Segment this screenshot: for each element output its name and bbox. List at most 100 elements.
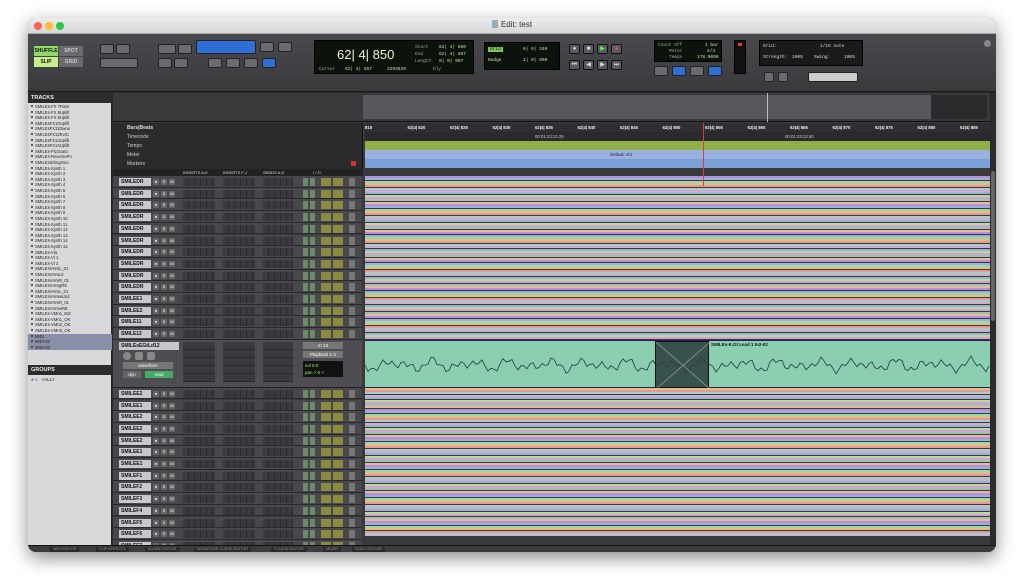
input-selector[interactable] (303, 495, 308, 504)
mute-button[interactable]: M (169, 414, 175, 421)
record-button[interactable]: ● (611, 44, 622, 54)
record-enable-button[interactable]: ● (153, 496, 159, 503)
volume-field[interactable] (321, 189, 331, 198)
sends-ae-slots[interactable] (263, 306, 293, 315)
output-selector[interactable] (310, 389, 315, 398)
volume-field[interactable] (321, 201, 331, 210)
inserts-fj-slots[interactable] (223, 389, 255, 398)
track-visibility-icon[interactable] (31, 317, 33, 320)
volume-field[interactable] (321, 306, 331, 315)
pan-field[interactable] (333, 471, 343, 480)
inserts-ae-slots[interactable] (183, 495, 215, 504)
output-selector[interactable] (310, 413, 315, 422)
track-list-item[interactable]: SMILEs-Synth 14 (28, 238, 112, 243)
sends-ae-slots[interactable] (263, 178, 293, 186)
sends-ae-slots[interactable] (263, 495, 293, 504)
zoom-in-button[interactable] (116, 44, 130, 54)
pan-field[interactable] (333, 530, 343, 539)
volume-field[interactable] (321, 424, 331, 433)
pan-field[interactable] (333, 178, 343, 186)
record-enable-button[interactable]: ● (153, 390, 159, 397)
inserts-fj-slots[interactable] (223, 483, 255, 492)
track-name[interactable]: SMILEF3 (119, 495, 151, 504)
track-list-item[interactable]: MIDI-02 (28, 339, 112, 345)
input-selector[interactable] (303, 259, 308, 268)
track-name[interactable]: SMILE12 (119, 330, 151, 339)
track-visibility-icon[interactable] (31, 301, 33, 303)
output-selector[interactable] (310, 271, 315, 280)
track-menu-button[interactable] (349, 318, 355, 327)
track-list-item[interactable]: SMILEs-VMn1_OK (28, 317, 112, 322)
mute-button[interactable]: M (169, 296, 175, 302)
solo-button[interactable]: S (161, 307, 167, 314)
track-name[interactable]: SMILEE1 (119, 448, 151, 457)
nudge-value[interactable]: 1| 0| 000 (523, 58, 547, 63)
input-selector[interactable] (303, 448, 308, 457)
stop-button[interactable]: ■ (583, 44, 594, 54)
edit-tools-selected[interactable] (196, 40, 256, 54)
track-visibility-icon[interactable] (31, 155, 33, 158)
track-list-item[interactable]: SMILEsVHmR_01 (28, 278, 112, 283)
output-selector[interactable] (310, 213, 315, 222)
output-selector[interactable] (310, 448, 315, 457)
track-visibility-icon[interactable] (31, 183, 33, 186)
track-visibility-icon[interactable] (31, 256, 33, 259)
record-enable-button[interactable]: ● (153, 214, 159, 221)
follow-button[interactable] (244, 58, 258, 68)
solo-button[interactable]: S (161, 472, 167, 479)
track-menu-button[interactable] (349, 530, 355, 539)
strength-value[interactable]: 100% (792, 55, 803, 60)
inserts-fj-slots[interactable] (223, 271, 255, 280)
bottom-tab[interactable]: MIDI EDITOR (50, 547, 80, 552)
track-list-item[interactable]: SMILEsFX14Uplift (28, 143, 112, 148)
tempo-ruler[interactable] (365, 141, 990, 150)
solo-button[interactable]: S (161, 390, 167, 397)
sends-ae-slots[interactable] (263, 530, 293, 539)
rewind-button[interactable]: ◀ (583, 60, 594, 70)
track-name[interactable]: SMILEE2 (119, 424, 151, 433)
add-marker-icon[interactable] (351, 161, 356, 166)
inserts-fj-slots[interactable] (223, 448, 255, 457)
mode-shuffle-button[interactable]: SHUFFLE (34, 46, 58, 56)
solo-button[interactable]: S (161, 496, 167, 503)
track-menu-button[interactable] (349, 424, 355, 433)
track-name[interactable]: SMILEDR (119, 224, 151, 233)
track-list-item[interactable]: SMILEs-Synth 13 (28, 233, 112, 238)
track-list-item[interactable]: SMILEs-Synth 15 (28, 244, 112, 249)
universe-view[interactable] (113, 93, 990, 122)
track-list-item[interactable]: SMILEs-Vl 2 (28, 261, 112, 266)
swing-value[interactable]: 100% (844, 55, 855, 60)
record-enable-button[interactable]: ● (153, 260, 159, 267)
inserts-fj-slots[interactable] (223, 283, 255, 292)
track-list-item[interactable]: SMILEs-Synth 1 (28, 166, 112, 171)
quantize-option-a[interactable] (764, 72, 774, 82)
online-button[interactable]: ● (569, 44, 580, 54)
track-list-item[interactable]: SMILEs-Synth 7 (28, 199, 112, 204)
input-selector[interactable] (303, 236, 308, 245)
sends-ae-slots[interactable] (263, 424, 293, 433)
track-name[interactable]: SMILEDR (119, 201, 151, 210)
inserts-ae-slots[interactable] (183, 530, 215, 539)
track-list-item[interactable]: SMILEsFX10Uplift (28, 121, 112, 126)
track-visibility-icon[interactable] (31, 295, 33, 298)
record-enable-button[interactable]: ● (153, 284, 159, 291)
volume-field[interactable] (321, 236, 331, 245)
input-selector[interactable] (303, 318, 308, 327)
input-selector[interactable] (303, 330, 308, 339)
track-name[interactable]: SMILEF2 (119, 483, 151, 492)
solo-button[interactable]: S (161, 449, 167, 456)
volume-field[interactable] (321, 224, 331, 233)
start-value[interactable]: 62| 4| 850 (439, 45, 466, 50)
selected-track-solo-button[interactable] (135, 351, 143, 360)
solo-button[interactable]: S (161, 225, 167, 232)
output-selector[interactable] (310, 178, 315, 186)
track-menu-button[interactable] (349, 495, 355, 504)
input-selector[interactable] (303, 530, 308, 539)
automation-mode-selector[interactable]: read (145, 370, 173, 378)
solo-button[interactable]: S (161, 507, 167, 514)
mute-button[interactable]: M (169, 331, 175, 338)
ruler-timecode-label[interactable]: Timecode (127, 134, 149, 140)
edit-tool-group[interactable] (158, 44, 176, 54)
solo-button[interactable]: S (161, 237, 167, 244)
inserts-ae-slots[interactable] (183, 178, 215, 186)
